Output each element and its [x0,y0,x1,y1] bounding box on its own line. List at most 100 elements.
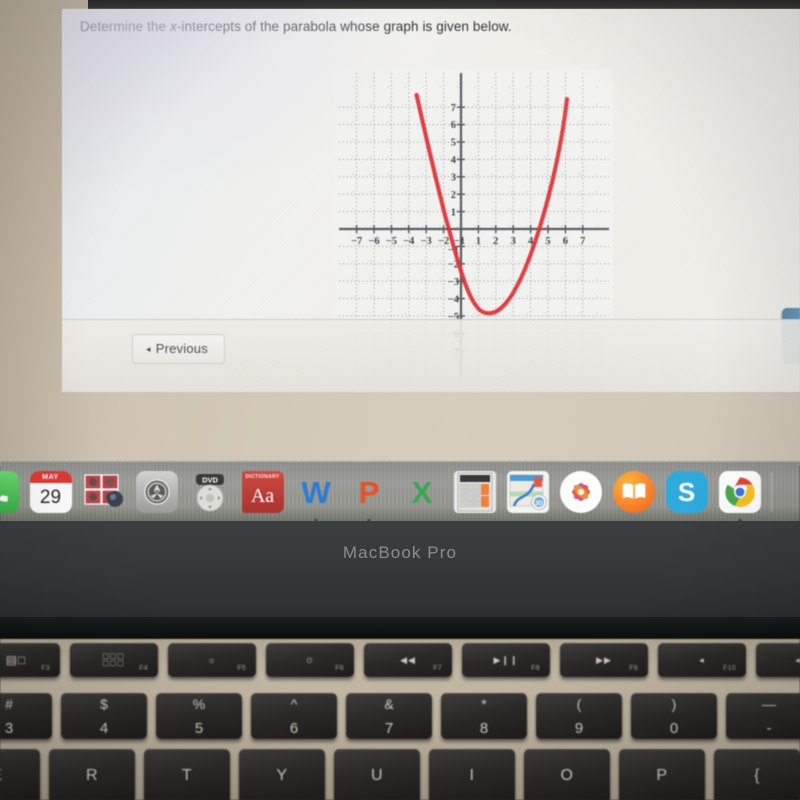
svg-text:1: 1 [476,236,481,247]
key-4[interactable]: $ 4 [61,693,147,739]
key-f7-label: F7 [433,665,442,672]
dock-item-microsoft-excel[interactable]: X [398,469,445,516]
maps-icon: 3D [506,471,549,513]
calculator-icon [453,471,496,513]
key-6[interactable]: ^ 6 [251,693,337,739]
question-text: Determine the x-intercepts of the parabo… [80,19,780,34]
key-5[interactable]: % 5 [156,693,242,739]
previous-button[interactable]: ◂ Previous [132,334,225,364]
key-f9[interactable]: ▶▶ F9 [560,643,648,677]
svg-text:5: 5 [451,138,456,149]
key-f4[interactable]: □□□ □□□ F4 [70,643,158,677]
key-f7[interactable]: ◀◀ F7 [364,643,452,677]
key-minus-label: - [766,720,772,737]
key-9-symbol: ( [576,696,582,712]
svg-text:7: 7 [451,103,456,114]
play-pause-icon: ▶❙❙ [493,654,519,665]
svg-text:−7: −7 [351,236,362,247]
volume-down-icon: ◂) [795,654,800,665]
dictionary-badge: Aa [250,485,275,507]
dock-item-dictionary[interactable]: DICTIONARY Aa [239,469,286,516]
calendar-icon: MAY 29 [29,471,72,513]
dock-item-ibooks[interactable] [610,469,657,516]
previous-label: Previous [155,341,208,356]
key-3[interactable]: # 3 [0,693,52,739]
macbook-pro-label: MacBook Pro [342,543,458,562]
keyboard-letter-row: E R T Y U I O P { [0,749,800,800]
key-4-symbol: $ [100,696,108,712]
dock-item-microsoft-powerpoint[interactable]: P [345,469,392,522]
photos-icon [559,471,602,513]
key-f11[interactable]: ◂) F11 [756,643,800,677]
svg-text:5: 5 [545,236,550,247]
key-bracket-left-label: { [754,767,760,784]
key-bracket-left[interactable]: { [714,749,800,800]
svg-text:2: 2 [451,190,456,201]
webpage-content: Determine the x-intercepts of the parabo… [62,9,800,392]
dock-item-microsoft-word[interactable]: W [292,469,339,522]
launchpad-icon: □□□ □□□ [102,651,126,668]
key-p[interactable]: P [619,749,705,800]
key-0-label: 0 [669,720,679,737]
word-icon: W [295,471,337,513]
key-o-label: O [560,767,574,784]
svg-text:3D: 3D [535,501,543,507]
key-8[interactable]: * 8 [441,693,527,739]
dock-item-photos[interactable] [557,469,604,516]
key-f8[interactable]: ▶❙❙ F8 [462,643,550,677]
key-y-label: Y [276,767,288,784]
previous-arrow-icon: ◂ [146,344,151,354]
key-f6[interactable]: ☼ F6 [266,643,354,677]
dock-item-system-preferences[interactable] [133,469,180,516]
key-o[interactable]: O [524,749,610,800]
key-i[interactable]: I [429,749,515,800]
dock-item-facetime[interactable] [0,469,21,516]
dock-item-calculator[interactable] [451,469,498,516]
excel-icon: X [401,471,443,513]
key-y[interactable]: Y [239,749,325,800]
rewind-icon: ◀◀ [400,654,416,665]
key-f3[interactable]: ▤□ F3 [0,643,60,677]
screen-top-bar [88,0,800,9]
question-prefix: Determine the [80,19,170,34]
key-u[interactable]: U [334,749,420,800]
key-9[interactable]: ( 9 [536,693,622,739]
key-r[interactable]: R [49,749,135,800]
chrome-icon [718,471,761,513]
dock-item-skype[interactable]: S [663,469,710,516]
svg-text:−4: −4 [403,236,415,247]
dock-item-dvd-player[interactable]: DVD [186,469,233,516]
svg-text:X: X [411,475,432,510]
skype-badge: S [677,476,696,507]
key-e[interactable]: E [0,749,40,800]
svg-text:3: 3 [451,173,456,184]
key-f5-label: F5 [237,665,246,672]
ibooks-icon [612,471,655,513]
dock-item-maps[interactable]: 3D [504,469,551,516]
key-f5[interactable]: ☼ F5 [168,643,256,677]
svg-text:1: 1 [451,208,456,219]
key-r-label: R [85,767,99,784]
dock-item-photo-booth[interactable] [80,469,127,516]
photo-booth-icon [83,471,125,513]
svg-text:W: W [301,475,331,510]
calendar-day: 29 [39,487,62,508]
svg-text:6: 6 [563,236,568,247]
mission-control-icon: ▤□ [5,653,27,667]
dock-item-google-chrome[interactable] [716,469,763,522]
key-3-symbol: # [5,696,13,712]
svg-text:−4: −4 [448,295,460,306]
calendar-month: MAY [29,471,72,483]
key-t[interactable]: T [144,749,230,800]
svg-text:7: 7 [580,236,585,247]
key-7[interactable]: & 7 [346,693,432,739]
svg-text:−3: −3 [448,277,459,288]
key-f10[interactable]: ◂ F10 [658,643,746,677]
key-minus[interactable]: — - [726,693,800,739]
key-0[interactable]: ) 0 [631,693,717,739]
svg-text:DVD: DVD [202,476,218,485]
key-f3-label: F3 [41,665,50,672]
dock-item-calendar[interactable]: MAY 29 [27,469,74,516]
key-5-symbol: % [192,696,206,712]
keyboard-brightness-up-icon: ☼ [304,654,316,666]
